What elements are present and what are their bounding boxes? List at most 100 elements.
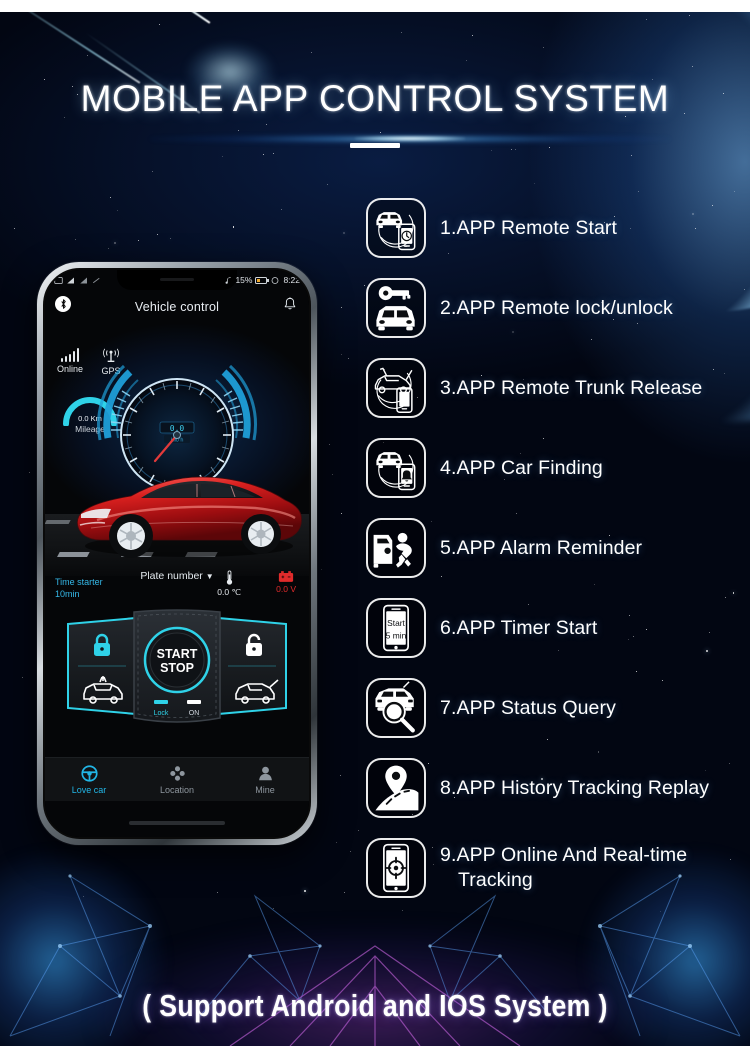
signal-secondary-icon [92,277,100,283]
voltage-readout: 0.0 V [276,570,296,594]
feature-item-3[interactable]: 3.APP Remote Trunk Release [366,348,750,428]
timer-starter-status: Time starter 10min [55,576,103,600]
chevron-down-icon: ▼ [205,572,214,581]
status-bar: 15% 8:22 [45,272,309,288]
steering-wheel-glyph [80,765,98,782]
compass-glyph [169,766,185,781]
phone-crosshair-glyph [383,843,409,893]
feature-item-8[interactable]: 8.APP History Tracking Replay [366,748,750,828]
car-illustration [45,448,309,576]
feature-item-9[interactable]: 9.APP Online And Real-time Tracking [366,828,750,908]
car-magnifier-icon [366,678,426,738]
battery-percent-label: 15% [235,275,253,285]
car-svg [45,476,302,558]
thermometer-icon [226,570,232,585]
car-phone-power-icon [366,198,426,258]
car-phone-bell-glyph [376,452,416,491]
signal-bars-icon [67,277,74,283]
car-phone-bell-icon [366,438,426,498]
title-underline [350,143,400,148]
feature-label-5: 5.APP Alarm Reminder [440,536,643,559]
tab-mine[interactable]: Mine [221,765,309,795]
temperature-readout: 0.0 ℃ [217,570,241,598]
tab-location-label: Location [159,784,195,795]
feature-item-1[interactable]: 1.APP Remote Start [366,188,750,268]
status-bar-left [54,276,102,285]
feature-item-7[interactable]: 7.APP Status Query [366,668,750,748]
top-white-strip [0,0,750,12]
tab-mine-label: Mine [255,784,275,795]
key-car-glyph [376,286,415,331]
timer-starter-value: 10min [55,589,80,599]
map-pin-road-glyph [375,765,419,811]
svg-text:Start: Start [387,618,405,628]
feature-label-6: 6.APP Timer Start [440,616,598,639]
tab-love-car[interactable]: Love car [45,765,133,795]
network-status-label: Online [57,364,84,374]
clock-time-label: 8:22 [283,275,300,285]
feature-label-9-line2: Tracking [458,869,533,891]
home-indicator [129,821,225,825]
key-fob-control: START STOP Lock ON [54,608,300,730]
car-magnifier-glyph [375,681,415,733]
sim-icon [54,276,63,284]
app-bar-title: Vehicle control [134,300,220,314]
tab-love-car-label: Love car [71,784,107,795]
feature-label-7: 7.APP Status Query [440,696,616,719]
compass-icon [133,765,221,783]
meteor-streak [0,0,141,84]
battery-icon [255,276,269,284]
steering-wheel-icon [45,765,133,783]
feature-label-2: 2.APP Remote lock/unlock [440,296,673,319]
phone-crosshair-icon [366,838,426,898]
signal-bars-icon [57,348,83,362]
voltage-value: 0.0 V [276,584,296,594]
map-pin-road-icon [366,758,426,818]
phone-timer-icon: Start 5 min [366,598,426,658]
feature-item-2[interactable]: 2.APP Remote lock/unlock [366,268,750,348]
start-button-line1: START [157,647,198,661]
key-fob-svg: START STOP Lock ON [67,609,287,723]
car-phone-power-glyph [376,212,416,251]
bell-glyph [284,297,296,310]
phone-body: 15% 8:22 Vehicle control Online GPS 0.0 … [43,268,311,839]
footer-support-text: ( Support Android and IOS System ) [142,988,608,1023]
feature-item-4[interactable]: 4.APP Car Finding [366,428,750,508]
phone-timer-glyph: Start 5 min [383,604,409,652]
title-light-core [355,136,465,141]
feature-item-6[interactable]: Start 5 min 6.APP Timer Start [366,588,750,668]
key-car-icon [366,278,426,338]
feature-label-1: 1.APP Remote Start [440,216,618,239]
person-icon [221,765,309,783]
lock-indicator-label: Lock [154,710,169,717]
feature-label-3: 3.APP Remote Trunk Release [440,376,703,399]
bell-icon[interactable] [282,296,298,312]
feature-label-8: 8.APP History Tracking Replay [440,776,710,799]
car-intruder-alarm-icon [366,518,426,578]
on-indicator-label: ON [189,710,200,717]
bluetooth-icon[interactable] [55,296,71,312]
bluetooth-glyph [60,299,66,309]
feature-label-9-line1: 9.APP Online And Real-time [440,844,688,866]
status-bar-right: 15% 8:22 [225,275,300,285]
phone-screen: 15% 8:22 Vehicle control Online GPS 0.0 … [45,270,309,837]
tab-location[interactable]: Location [133,765,221,795]
car-intruder-alarm-glyph [373,532,412,568]
plate-number-label: Plate number [140,570,203,582]
alarm-icon [272,276,279,284]
feature-label-9: 9.APP Online And Real-time Tracking [440,843,687,893]
app-bar: Vehicle control [45,292,309,322]
feature-list: 1.APP Remote Start 2.APP Remote lock/unl… [366,188,750,908]
start-button-line2: STOP [160,661,194,675]
wifi-icon [80,277,87,283]
feature-label-4: 4.APP Car Finding [440,456,603,479]
music-note-icon [225,276,232,284]
phone-mockup: 15% 8:22 Vehicle control Online GPS 0.0 … [37,262,317,845]
bottom-tab-bar: Love car Location Mine [45,757,309,801]
page-title: MOBILE APP CONTROL SYSTEM [80,78,670,119]
network-status: Online [57,348,83,374]
person-glyph [258,766,272,781]
car-trunk-phone-icon [366,358,426,418]
timer-starter-label: Time starter [55,577,103,587]
feature-item-5[interactable]: 5.APP Alarm Reminder [366,508,750,588]
